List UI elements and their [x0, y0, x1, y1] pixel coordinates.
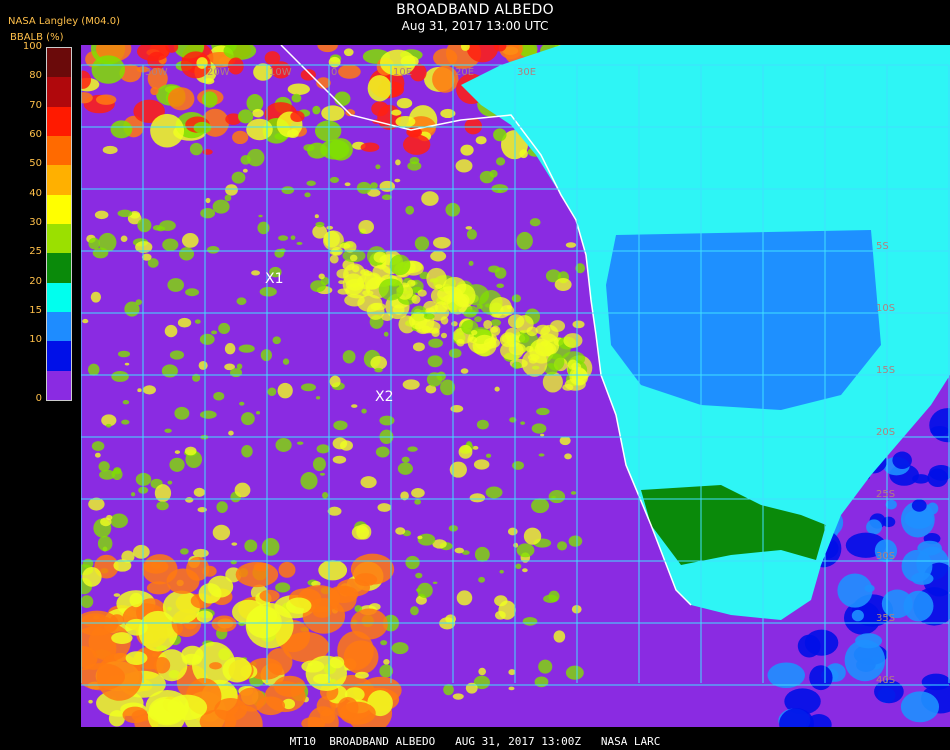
legend-swatch [47, 106, 71, 136]
lat-label: 30S [876, 551, 895, 562]
legend-tick-label: 60 [29, 129, 42, 140]
albedo-map-image: 30W 20W 10W 0 10E 20E 30E 5S 10S 15S 20S 25S 30S 35S 4… [81, 45, 950, 727]
legend-swatch [47, 282, 71, 312]
legend-tick-label: 20 [29, 275, 42, 287]
legend-swatch [47, 77, 71, 107]
legend-tick-label: 70 [29, 99, 42, 111]
lon-label: 10W [269, 67, 292, 78]
legend-tick-label: 100 [22, 41, 42, 52]
lat-label: 10S [876, 303, 895, 314]
marker-x2: X2 [375, 389, 394, 405]
legend-tick-label: 80 [29, 70, 42, 82]
legend-swatch [47, 312, 71, 342]
satellite-map: 30W 20W 10W 0 10E 20E 30E 5S 10S 15S 20S 25S 30S 35S 4… [81, 45, 950, 727]
lat-label: 40S [876, 675, 895, 686]
lat-label: 35S [876, 613, 895, 624]
legend-colorbar [46, 47, 72, 401]
footer-caption: MT10 BROADBAND ALBEDO AUG 31, 2017 13:00… [289, 735, 661, 748]
legend-tick-label: 10 [29, 334, 42, 346]
lon-label: 30W [145, 67, 168, 78]
lat-label: 15S [876, 365, 895, 376]
lon-label: 30E [517, 67, 536, 78]
marker-x1: X1 [265, 271, 284, 287]
legend-tick-label: 25 [29, 246, 42, 258]
legend-tick-label: 0 [35, 393, 42, 404]
lon-label: 20W [207, 67, 230, 78]
lon-label: 10E [393, 67, 412, 78]
legend-tick-label: 40 [29, 187, 42, 199]
interior-blue-zone [606, 230, 881, 410]
image-subtitle: Aug 31, 2017 13:00 UTC [401, 19, 549, 33]
lat-label: 25S [876, 489, 895, 500]
lon-label: 20E [455, 67, 474, 78]
legend-swatch [47, 165, 71, 195]
legend-tick-label: 30 [29, 217, 42, 228]
legend-swatch [47, 370, 71, 400]
legend-swatch [47, 136, 71, 166]
lat-label: 20S [876, 427, 895, 438]
image-title: BROADBAND ALBEDO [396, 2, 554, 18]
legend-swatch [47, 48, 71, 78]
legend-tick-label: 50 [29, 158, 42, 170]
legend-swatch [47, 224, 71, 254]
lon-label: 0 [331, 67, 337, 78]
legend-swatch [47, 253, 71, 283]
lat-label: 5S [876, 241, 889, 252]
legend-tick-label: 15 [29, 305, 42, 316]
legend-swatch [47, 194, 71, 224]
legend-swatch [47, 341, 71, 371]
color-legend: BBALB (%) 100 80 70 60 50 40 30 25 20 15 10 0 [6, 30, 76, 410]
